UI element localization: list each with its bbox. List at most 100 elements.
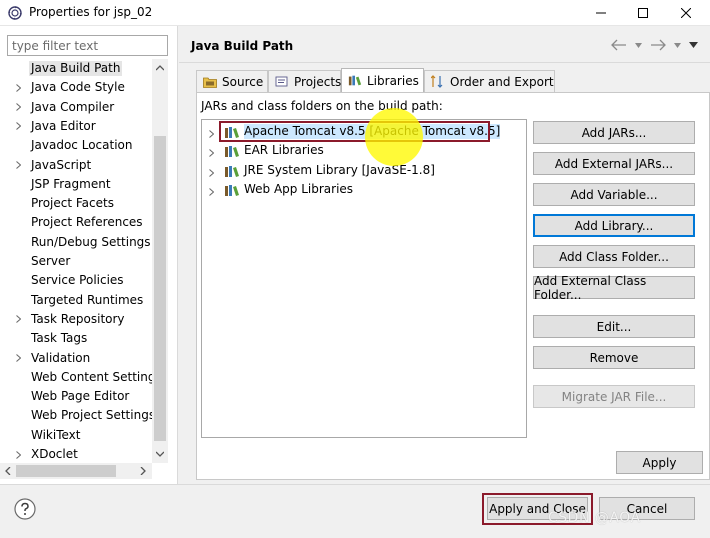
- tree-item[interactable]: JSP Fragment: [0, 175, 152, 194]
- cancel-button[interactable]: Cancel: [599, 497, 695, 520]
- tree-item[interactable]: Java Editor: [0, 117, 152, 136]
- tree-item-label: Web Page Editor: [31, 389, 130, 404]
- chevron-right-icon[interactable]: [13, 445, 23, 463]
- minimize-icon: [596, 12, 606, 14]
- tree-item[interactable]: Run/Debug Settings: [0, 233, 152, 252]
- view-menu-chevron-down-icon[interactable]: [689, 42, 698, 48]
- filter-input[interactable]: [7, 35, 168, 56]
- window-title: Properties for jsp_02: [29, 5, 153, 19]
- projects-icon: [275, 75, 289, 89]
- tree-item-label: Targeted Runtimes: [31, 292, 144, 307]
- page-title: Java Build Path: [191, 39, 294, 53]
- tab-source[interactable]: Source: [196, 70, 268, 92]
- apply-button[interactable]: Apply: [616, 451, 703, 474]
- title-bar: Properties for jsp_02: [0, 0, 710, 26]
- edit-button[interactable]: Edit...: [533, 315, 695, 338]
- chevron-right-icon[interactable]: [209, 166, 217, 177]
- tab-libraries[interactable]: Libraries: [341, 68, 424, 92]
- back-menu-chevron-down-icon[interactable]: [635, 42, 642, 48]
- tree-item[interactable]: Server: [0, 252, 152, 271]
- add-external-jars-button[interactable]: Add External JARs...: [533, 152, 695, 175]
- preferences-tree: Java Build Path Java Code Style Java Compi…: [0, 59, 152, 463]
- selection-annotation-box: [219, 121, 490, 142]
- add-class-folder-button[interactable]: Add Class Folder...: [533, 245, 695, 268]
- dialog-button-bar: Apply and Close Cancel: [0, 484, 710, 538]
- tree-item-label: Validation: [31, 350, 91, 365]
- tree-item-label: Service Policies: [31, 273, 124, 288]
- chevron-right-icon[interactable]: [209, 185, 217, 196]
- tree-item-label: Java Code Style: [31, 80, 125, 95]
- add-library-button[interactable]: Add Library...: [533, 214, 695, 237]
- tab-projects[interactable]: Projects: [268, 70, 341, 92]
- maximize-button[interactable]: [626, 0, 660, 26]
- tree-item[interactable]: XDoclet: [0, 445, 152, 463]
- tree-horizontal-scrollbar[interactable]: [0, 463, 152, 479]
- tree-item-label: Run/Debug Settings: [31, 234, 151, 249]
- tree-item[interactable]: Java Build Path: [0, 59, 152, 78]
- forward-menu-chevron-down-icon[interactable]: [674, 42, 681, 48]
- libraries-list[interactable]: Apache Tomcat v8.5 [Apache Tomcat v8.5] E…: [201, 119, 527, 438]
- chevron-right-icon[interactable]: [209, 127, 217, 138]
- tree-item[interactable]: Task Tags: [0, 329, 152, 348]
- library-container-icon: [224, 164, 240, 178]
- library-entry[interactable]: JRE System Library [JavaSE-1.8]: [202, 161, 526, 180]
- order-export-icon: [431, 75, 445, 89]
- tree-item[interactable]: Web Page Editor: [0, 387, 152, 406]
- chevron-right-icon[interactable]: [13, 310, 23, 329]
- tree-item-label: Javadoc Location: [31, 138, 133, 153]
- tree-item-label: Task Repository: [31, 311, 125, 326]
- tree-item[interactable]: Web Project Settings: [0, 406, 152, 425]
- forward-arrow-icon[interactable]: [650, 39, 666, 51]
- scroll-right-icon[interactable]: [138, 466, 148, 476]
- tree-item-label: Java Compiler: [31, 99, 115, 114]
- horizontal-scroll-thumb[interactable]: [16, 465, 116, 477]
- tree-item[interactable]: WikiText: [0, 426, 152, 445]
- remove-button[interactable]: Remove: [533, 346, 695, 369]
- tree-item[interactable]: Project References: [0, 213, 152, 232]
- tree-item[interactable]: JavaScript: [0, 156, 152, 175]
- tree-item[interactable]: Service Policies: [0, 271, 152, 290]
- tree-item[interactable]: Task Repository: [0, 310, 152, 329]
- close-icon: [681, 8, 691, 18]
- library-label: Web App Libraries: [244, 181, 354, 196]
- back-arrow-icon[interactable]: [611, 39, 627, 51]
- scroll-down-icon[interactable]: [155, 449, 165, 459]
- library-label: EAR Libraries: [244, 143, 324, 158]
- migrate-jar-button[interactable]: Migrate JAR File...: [533, 385, 695, 408]
- add-external-class-folder-button[interactable]: Add External Class Folder...: [533, 274, 695, 302]
- tree-item[interactable]: Validation: [0, 349, 152, 368]
- eclipse-app-icon: [8, 6, 22, 20]
- add-jars-button[interactable]: Add JARs...: [533, 121, 695, 144]
- tree-item[interactable]: Javadoc Location: [0, 136, 152, 155]
- help-icon[interactable]: [14, 498, 36, 520]
- libraries-icon: [348, 74, 362, 88]
- chevron-right-icon[interactable]: [13, 156, 23, 175]
- tree-item[interactable]: Targeted Runtimes: [0, 291, 152, 310]
- minimize-button[interactable]: [584, 0, 618, 26]
- vertical-scroll-thumb[interactable]: [154, 136, 166, 441]
- tab-order-and-export[interactable]: Order and Export: [424, 70, 555, 92]
- tree-item[interactable]: Java Code Style: [0, 78, 152, 97]
- tree-item-label: XDoclet: [31, 447, 78, 461]
- tree-item-label: Project Facets: [31, 196, 114, 211]
- tree-item-label: Task Tags: [31, 331, 88, 346]
- tree-item[interactable]: Java Compiler: [0, 98, 152, 117]
- tree-item-label: Web Content Settings: [31, 369, 152, 384]
- scroll-up-icon[interactable]: [155, 63, 165, 73]
- tree-item[interactable]: Web Content Settings: [0, 368, 152, 387]
- close-button[interactable]: [669, 0, 703, 26]
- libraries-heading: JARs and class folders on the build path…: [201, 99, 443, 113]
- chevron-right-icon[interactable]: [13, 98, 23, 117]
- chevron-right-icon[interactable]: [13, 117, 23, 136]
- chevron-right-icon[interactable]: [13, 78, 23, 97]
- scroll-left-icon[interactable]: [3, 466, 13, 476]
- tree-item[interactable]: Project Facets: [0, 194, 152, 213]
- build-path-page: Java Build Path Source Projects Librarie…: [179, 26, 710, 484]
- tree-item-label: Java Build Path: [29, 61, 123, 76]
- library-entry[interactable]: EAR Libraries: [202, 141, 526, 160]
- chevron-right-icon[interactable]: [209, 146, 217, 158]
- chevron-right-icon[interactable]: [13, 349, 23, 368]
- add-variable-button[interactable]: Add Variable...: [533, 183, 695, 206]
- tree-vertical-scrollbar[interactable]: [152, 59, 168, 463]
- library-entry[interactable]: Web App Libraries: [202, 180, 526, 199]
